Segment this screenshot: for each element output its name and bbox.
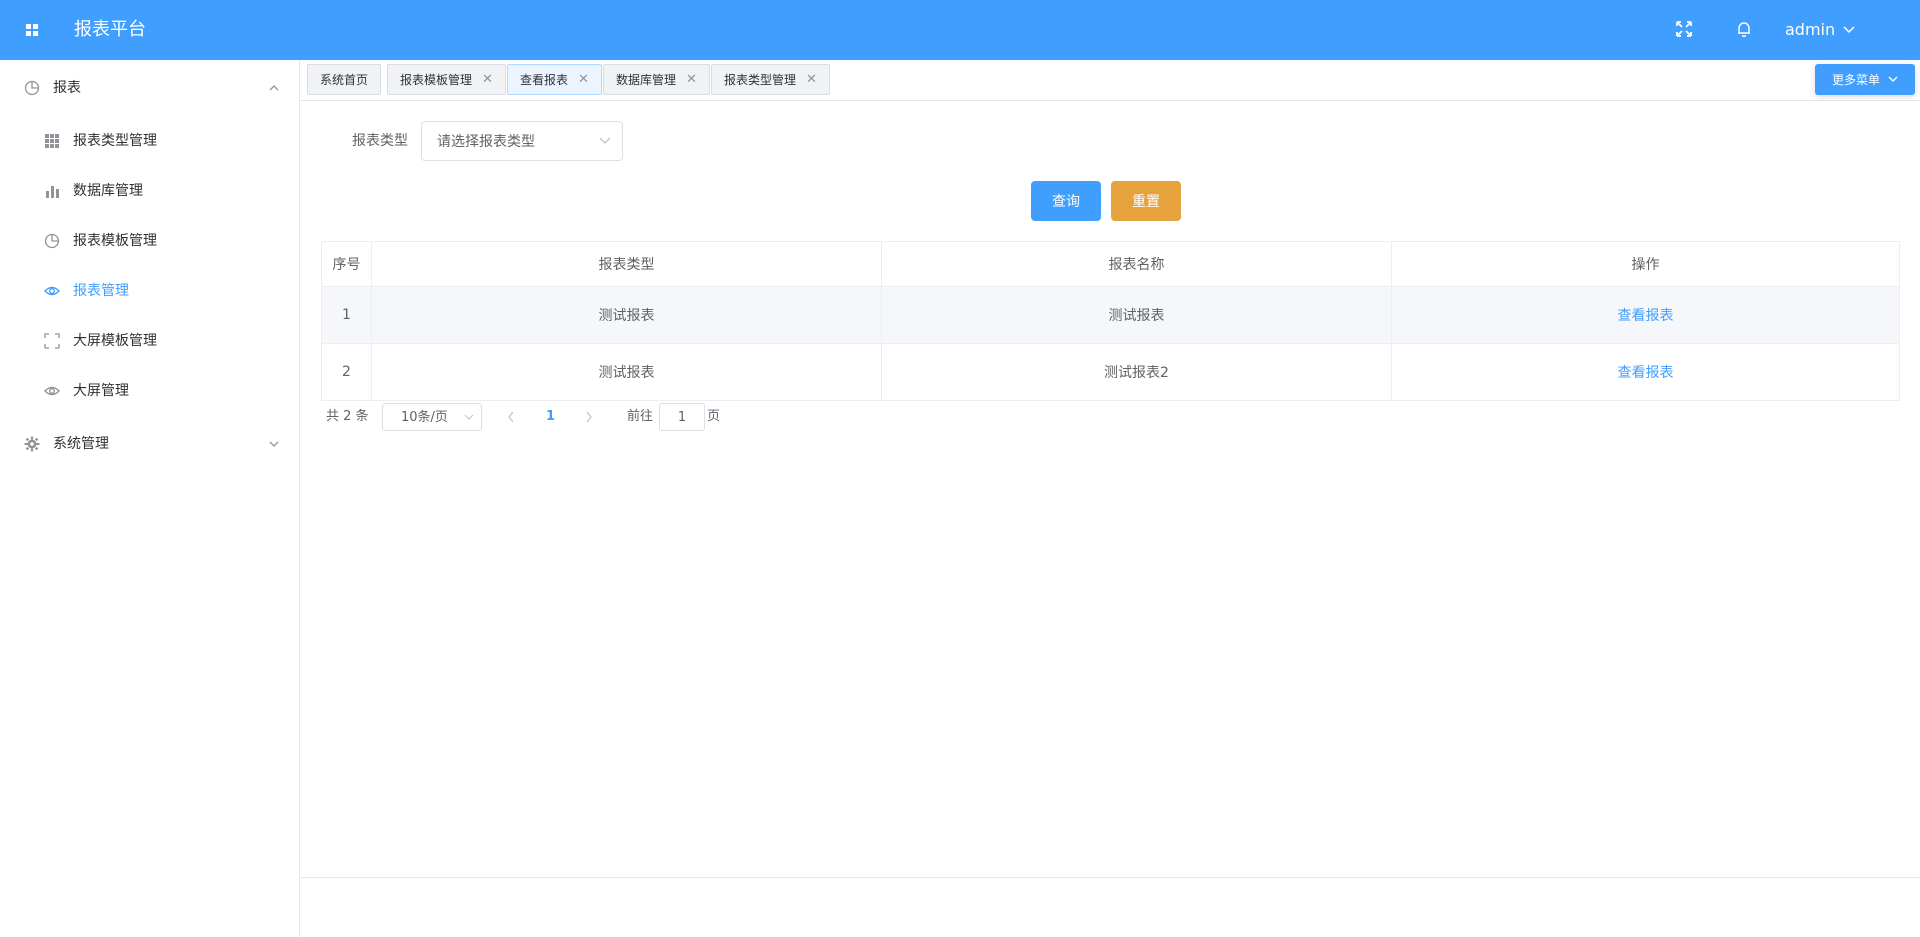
sidebar-item-screen-manage[interactable]: 大屏管理 <box>0 366 299 416</box>
sidebar-item-report-manage[interactable]: 报表管理 <box>0 266 299 316</box>
column-header: 报表名称 <box>882 242 1392 286</box>
tab-label: 数据库管理 <box>616 73 677 87</box>
username: admin <box>1785 20 1836 39</box>
next-page-icon[interactable] <box>585 411 593 423</box>
tab-label: 报表模板管理 <box>400 73 473 87</box>
sidebar-item-label: 报表管理 <box>73 283 129 299</box>
tab-home[interactable]: 系统首页 <box>307 64 382 95</box>
page-size-value: 10条/页 <box>401 410 448 425</box>
sidebar-item-label: 数据库管理 <box>73 183 143 199</box>
footer-divider <box>301 877 1920 878</box>
select-placeholder: 请选择报表类型 <box>437 134 535 150</box>
chevron-down-icon <box>1843 26 1855 34</box>
sidebar-group-reports[interactable]: 报表 <box>0 60 299 116</box>
sidebar-item-label: 大屏管理 <box>73 383 129 399</box>
sidebar-item-label: 报表模板管理 <box>73 233 157 249</box>
pie-chart-icon <box>24 80 40 96</box>
app-title: 报表平台 <box>74 19 146 40</box>
tab-label: 查看报表 <box>520 73 569 87</box>
sidebar-group-label: 系统管理 <box>53 436 109 452</box>
column-header: 报表类型 <box>372 242 882 286</box>
cell-index: 2 <box>322 344 372 400</box>
chevron-up-icon <box>269 85 279 91</box>
grid-icon <box>45 134 59 148</box>
user-menu[interactable]: admin <box>1785 19 1855 41</box>
query-button[interactable]: 查询 <box>1031 181 1101 221</box>
filter-label: 报表类型 <box>352 133 408 149</box>
tab-report-template[interactable]: 报表模板管理 ✕ <box>387 64 506 95</box>
sidebar-item-report-type[interactable]: 报表类型管理 <box>0 116 299 166</box>
cell-type: 测试报表 <box>372 344 882 400</box>
page-number[interactable]: 1 <box>546 408 555 426</box>
page-size-select[interactable]: 10条/页 <box>382 403 482 431</box>
cell-name: 测试报表2 <box>882 344 1392 400</box>
pagination: 共 2 条 10条/页 1 前往 页 <box>321 403 1121 431</box>
pie-chart-icon <box>44 233 60 249</box>
table-header-row: 序号 报表类型 报表名称 操作 <box>322 242 1899 287</box>
reset-button[interactable]: 重置 <box>1111 181 1181 221</box>
close-icon[interactable]: ✕ <box>482 72 493 87</box>
tab-database[interactable]: 数据库管理 ✕ <box>603 64 710 95</box>
tab-label: 报表类型管理 <box>724 73 797 87</box>
gear-icon <box>24 436 40 452</box>
sidebar: 报表 报表类型管理 数据库管理 报表模板管理 报表管理 大屏模板管理 大屏管理 … <box>0 60 300 937</box>
sidebar-item-label: 报表类型管理 <box>73 133 157 149</box>
close-icon[interactable]: ✕ <box>806 72 817 87</box>
cell-action: 查看报表 <box>1392 344 1899 400</box>
chevron-down-icon <box>464 414 474 420</box>
view-report-link[interactable]: 查看报表 <box>1618 305 1674 325</box>
table-row: 2 测试报表 测试报表2 查看报表 <box>322 344 1899 400</box>
column-header: 序号 <box>322 242 372 286</box>
sidebar-item-database[interactable]: 数据库管理 <box>0 166 299 216</box>
sidebar-item-label: 大屏模板管理 <box>73 333 157 349</box>
top-header: 报表平台 admin <box>0 0 1920 60</box>
eye-icon <box>44 286 60 296</box>
sidebar-group-system[interactable]: 系统管理 <box>0 416 299 472</box>
goto-label: 前往 <box>627 409 654 424</box>
sidebar-item-screen-template[interactable]: 大屏模板管理 <box>0 316 299 366</box>
tab-label: 系统首页 <box>320 73 369 87</box>
more-menu-button[interactable]: 更多菜单 <box>1815 64 1915 95</box>
tabs-bar: 系统首页 报表模板管理 ✕ 查看报表 ✕ 数据库管理 ✕ 报表类型管理 ✕ <box>301 60 1920 101</box>
more-menu-label: 更多菜单 <box>1831 73 1880 87</box>
close-icon[interactable]: ✕ <box>686 72 697 87</box>
tab-view-report[interactable]: 查看报表 ✕ <box>507 64 602 95</box>
tab-report-type[interactable]: 报表类型管理 ✕ <box>711 64 830 95</box>
fullscreen-icon[interactable] <box>1675 20 1693 38</box>
goto-page-input[interactable] <box>659 403 705 431</box>
chevron-down-icon <box>1888 76 1898 82</box>
report-type-select[interactable]: 请选择报表类型 <box>421 121 623 161</box>
table-row: 1 测试报表 测试报表 查看报表 <box>322 287 1899 344</box>
cell-index: 1 <box>322 287 372 343</box>
eye-icon <box>44 386 60 396</box>
total-count: 共 2 条 <box>326 409 369 424</box>
cell-type: 测试报表 <box>372 287 882 343</box>
sidebar-group-label: 报表 <box>53 80 81 96</box>
prev-page-icon[interactable] <box>507 411 515 423</box>
bar-chart-icon <box>46 186 59 198</box>
chevron-down-icon <box>599 137 611 144</box>
cell-action: 查看报表 <box>1392 287 1899 343</box>
close-icon[interactable]: ✕ <box>578 72 589 87</box>
report-table: 序号 报表类型 报表名称 操作 1 测试报表 测试报表 查看报表 2 测试报表 … <box>321 241 1900 401</box>
bell-icon[interactable] <box>1735 20 1753 38</box>
column-header: 操作 <box>1631 257 1660 273</box>
chevron-down-icon <box>269 441 279 447</box>
sidebar-item-report-template[interactable]: 报表模板管理 <box>0 216 299 266</box>
page-suffix: 页 <box>707 409 721 424</box>
app-grid-icon[interactable] <box>24 22 40 38</box>
full-screen-icon <box>44 333 60 349</box>
view-report-link[interactable]: 查看报表 <box>1618 362 1674 382</box>
cell-name: 测试报表 <box>882 287 1392 343</box>
